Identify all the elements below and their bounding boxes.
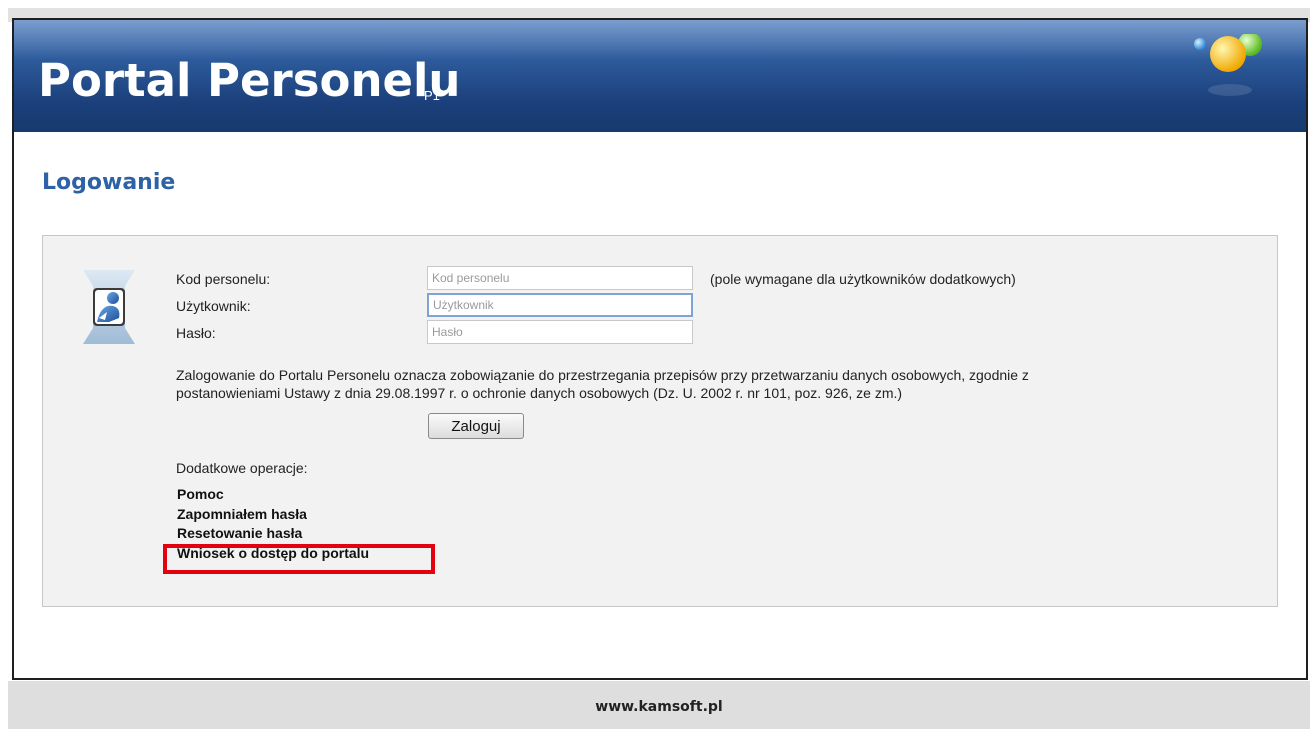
footer: www.kamsoft.pl <box>8 681 1310 729</box>
password-input[interactable] <box>427 320 693 344</box>
data-protection-notice: Zalogowanie do Portalu Personelu oznacza… <box>176 366 1236 402</box>
reset-password-link[interactable]: Resetowanie hasła <box>177 525 302 541</box>
notice-line-1: Zalogowanie do Portalu Personelu oznacza… <box>176 367 1029 383</box>
password-label: Hasło: <box>176 325 216 341</box>
portal-header: Portal Personelu P1 <box>14 20 1306 132</box>
personnel-code-hint: (pole wymagane dla użytkowników dodatkow… <box>710 271 1016 287</box>
user-label: Użytkownik: <box>176 298 251 314</box>
personnel-code-input[interactable] <box>427 266 693 290</box>
user-login-icon <box>83 270 135 344</box>
highlight-box <box>163 544 435 574</box>
personnel-code-label: Kod personelu: <box>176 271 271 287</box>
portal-title: Portal Personelu <box>38 54 461 107</box>
login-panel: Kod personelu: (pole wymagane dla użytko… <box>42 235 1278 607</box>
login-button[interactable]: Zaloguj <box>428 413 524 439</box>
extra-operations-title: Dodatkowe operacje: <box>176 460 308 476</box>
help-link[interactable]: Pomoc <box>177 486 224 502</box>
footer-url[interactable]: www.kamsoft.pl <box>8 699 1310 715</box>
portal-logo-icon <box>1194 34 1262 96</box>
portal-subtitle: P1 <box>424 88 440 103</box>
user-input[interactable] <box>427 293 693 317</box>
portal-frame: Portal Personelu P1 Logowanie Kod person… <box>12 18 1308 680</box>
notice-line-2: postanowieniami Ustawy z dnia 29.08.1997… <box>176 385 903 401</box>
forgot-password-link[interactable]: Zapomniałem hasła <box>177 506 307 522</box>
page-title: Logowanie <box>42 170 176 195</box>
